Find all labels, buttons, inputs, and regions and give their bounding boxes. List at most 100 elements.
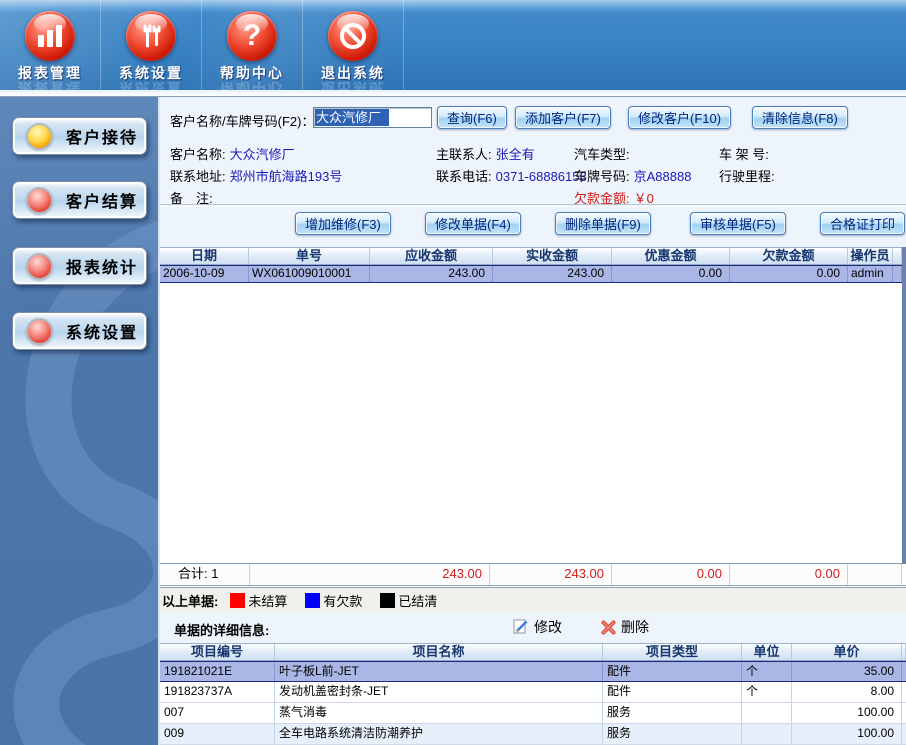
edit-order-button[interactable]: 修改单据(F4) [425, 212, 521, 235]
contact-label: 主联系人: [436, 147, 492, 162]
col-header-item-code: 项目编号 [160, 644, 275, 660]
edit-note-icon [512, 618, 530, 636]
items-table: 项目编号 项目名称 项目类型 单位 单价 191821021E 叶子板L前-JE… [160, 643, 906, 745]
question-icon: ? [227, 11, 277, 61]
detail-edit-button[interactable]: 修改 [512, 617, 562, 637]
toolbar-separator [0, 90, 906, 97]
add-repair-button[interactable]: 增加维修(F3) [295, 212, 391, 235]
cell-unit [742, 703, 792, 723]
toolbar-item-help[interactable]: ? 帮助中心 帮助中心 [202, 0, 303, 90]
cell-date: 2006-10-09 [160, 266, 249, 282]
legend-settled-label: 已结清 [398, 591, 437, 610]
toolbar-item-label: 报表管理 [18, 66, 82, 81]
legend-owing-label: 有欠款 [323, 591, 362, 610]
items-table-row[interactable]: 191823737A 发动机盖密封条-JET 配件 个 8.00 [160, 682, 906, 703]
detail-title: 单据的详细信息: [174, 620, 269, 639]
col-header-received: 实收金额 [493, 248, 612, 264]
cell-item-type: 配件 [603, 682, 742, 702]
address-label: 联系地址: [170, 169, 226, 184]
cell-unit [742, 724, 792, 744]
contact-field: 主联系人:张全有 [436, 144, 535, 163]
orders-table-row-selected[interactable]: 2006-10-09 WX061009010001 243.00 243.00 … [160, 265, 902, 283]
toolbar-item-label: 帮助中心 [220, 66, 284, 81]
cell-item-type: 服务 [603, 724, 742, 744]
sidebar-item-customer-reception[interactable]: 客户接待 [12, 117, 147, 155]
cell-item-code: 009 [160, 724, 275, 744]
sidebar-item-label: 客户结算 [66, 188, 138, 212]
sidebar: 客户接待 客户结算 报表统计 系统设置 [0, 97, 160, 745]
clear-info-button[interactable]: 清除信息(F8) [752, 106, 848, 129]
items-table-row[interactable]: 007 蒸气消毒 服务 100.00 [160, 703, 906, 724]
app-window: 报表管理 报表管理 系统设置 系统设置 ? 帮助中心 帮助中心 [0, 0, 906, 745]
search-input-selected-text: 大众汽修厂 [315, 109, 389, 126]
query-button[interactable]: 查询(F6) [437, 106, 507, 129]
col-header-spacer [893, 248, 902, 264]
audit-order-button[interactable]: 审核单据(F5) [690, 212, 786, 235]
items-table-header: 项目编号 项目名称 项目类型 单位 单价 [160, 643, 906, 661]
tools-glyph [138, 23, 164, 49]
cell-spacer [902, 703, 906, 723]
edit-customer-button[interactable]: 修改客户(F10) [628, 106, 731, 129]
col-header-receivable: 应收金额 [370, 248, 493, 264]
delete-x-icon [600, 619, 617, 636]
toolbar-item-reports[interactable]: 报表管理 报表管理 [0, 0, 101, 90]
cell-order-no: WX061009010001 [249, 266, 370, 282]
cell-unit: 个 [742, 662, 792, 681]
cell-item-name: 蒸气消毒 [275, 703, 603, 723]
orb-icon [26, 253, 53, 280]
cell-unit-price: 35.00 [792, 662, 902, 681]
table-right-edge-strip [902, 247, 906, 564]
cell-receivable: 243.00 [370, 266, 493, 282]
total-debt: 0.00 [730, 564, 848, 585]
sidebar-item-label: 系统设置 [66, 319, 138, 343]
totals-label: 合计: 1 [160, 564, 250, 585]
sidebar-item-label: 报表统计 [66, 254, 138, 278]
detail-toolbar: 单据的详细信息: 修改 删除 [160, 612, 906, 643]
sidebar-item-system-settings[interactable]: 系统设置 [12, 312, 147, 350]
car-type-field: 汽车类型: [574, 144, 634, 163]
cell-item-code: 007 [160, 703, 275, 723]
add-customer-button[interactable]: 添加客户(F7) [515, 106, 611, 129]
col-header-order-no: 单号 [249, 248, 370, 264]
toolbar-item-exit[interactable]: 退出系统 退出系统 [303, 0, 404, 90]
plate-value: 京A88888 [634, 169, 692, 184]
orders-totals-row: 合计: 1 243.00 243.00 0.00 0.00 [160, 563, 902, 585]
cell-spacer [893, 266, 902, 282]
plate-field: 车牌号码: 京A88888 [574, 166, 691, 185]
legend-unsettled-label: 未结算 [248, 591, 287, 610]
search-input[interactable]: 大众汽修厂 [313, 107, 432, 128]
cell-unit-price: 100.00 [792, 724, 902, 744]
cell-debt: 0.00 [730, 266, 848, 282]
toolbar-item-label: 系统设置 [119, 66, 183, 81]
search-label: 客户名称/车牌号码(F2)： [170, 111, 314, 130]
cell-unit-price: 8.00 [792, 682, 902, 702]
sidebar-item-customer-settlement[interactable]: 客户结算 [12, 181, 147, 219]
cell-operator: admin [848, 266, 893, 282]
customer-name-label: 客户名称: [170, 147, 226, 162]
delete-order-button[interactable]: 删除单据(F9) [555, 212, 651, 235]
plate-label: 车牌号码: [574, 169, 630, 184]
cell-item-name: 全车电路系统清洁防潮养护 [275, 724, 603, 744]
totals-spacer [848, 564, 902, 585]
phone-field: 联系电话:0371-68886153 [436, 166, 587, 185]
cell-spacer [902, 724, 906, 744]
vin-field: 车 架 号: [719, 144, 773, 163]
cell-item-type: 服务 [603, 703, 742, 723]
col-header-debt: 欠款金额 [730, 248, 848, 264]
sidebar-swirl-decoration [0, 217, 160, 745]
items-table-row[interactable]: 009 全车电路系统清洁防潮养护 服务 100.00 [160, 724, 906, 745]
sidebar-item-report-statistics[interactable]: 报表统计 [12, 247, 147, 285]
total-received: 243.00 [490, 564, 612, 585]
cell-spacer [902, 682, 906, 702]
customer-name-value: 大众汽修厂 [230, 147, 295, 162]
certificate-print-button[interactable]: 合格证打印 [820, 212, 905, 235]
vin-label: 车 架 号: [719, 147, 769, 162]
legend-unsettled-color-swatch [230, 593, 245, 608]
col-header-unit: 单位 [742, 644, 792, 660]
detail-delete-button[interactable]: 删除 [600, 617, 649, 637]
toolbar-item-system-settings[interactable]: 系统设置 系统设置 [101, 0, 202, 90]
items-table-row-selected[interactable]: 191821021E 叶子板L前-JET 配件 个 35.00 [160, 661, 906, 682]
tools-icon [126, 11, 176, 61]
phone-label: 联系电话: [436, 169, 492, 184]
car-type-label: 汽车类型: [574, 147, 630, 162]
